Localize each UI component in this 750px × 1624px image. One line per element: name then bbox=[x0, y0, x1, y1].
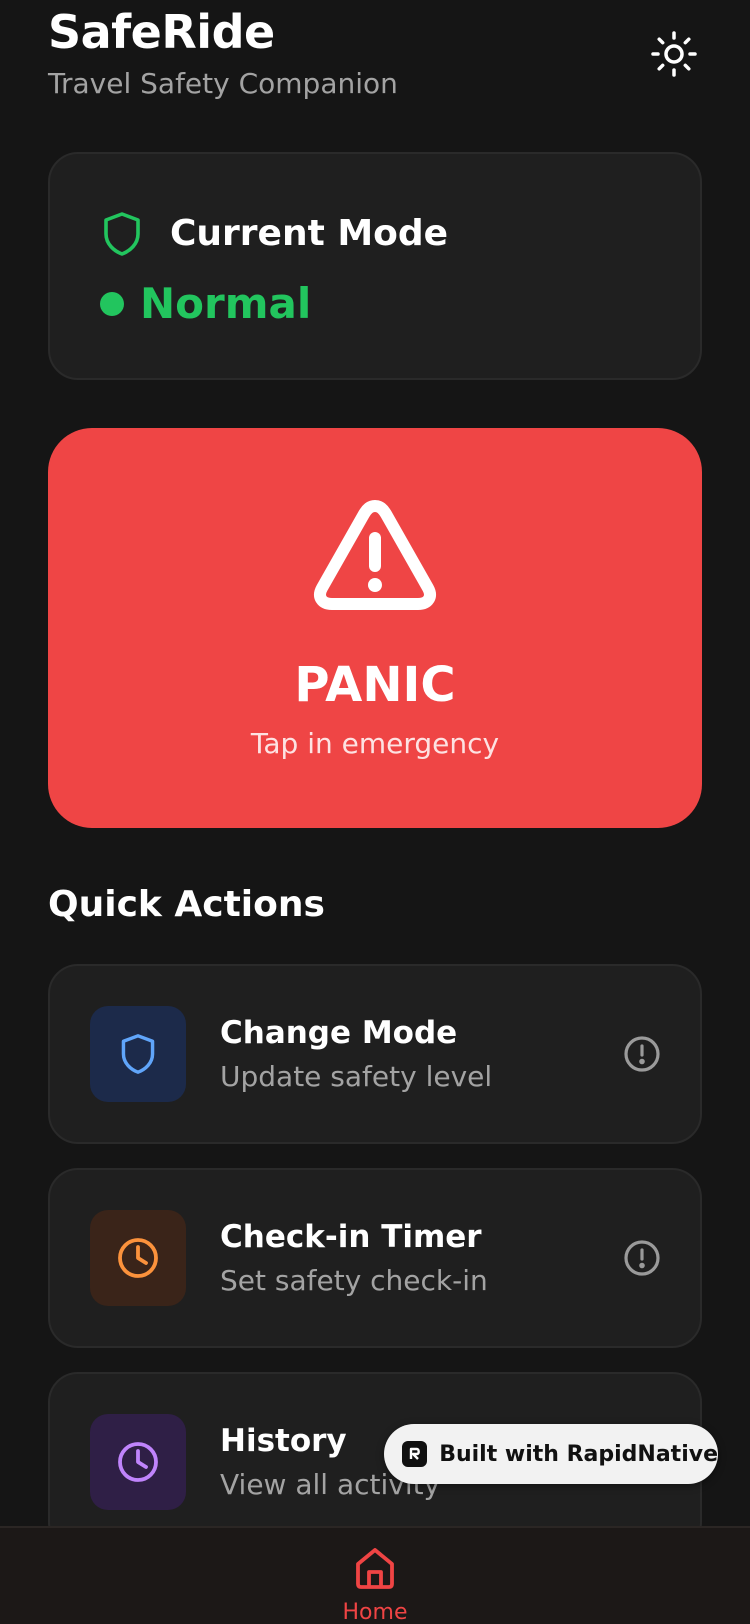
clock-icon bbox=[118, 1442, 158, 1482]
action-icon-tile bbox=[90, 1006, 186, 1102]
rapidnative-logo-icon bbox=[402, 1441, 428, 1467]
shield-icon bbox=[121, 1034, 155, 1074]
built-with-badge[interactable]: Built with RapidNative bbox=[384, 1424, 718, 1484]
info-icon[interactable] bbox=[622, 1238, 662, 1278]
shield-icon bbox=[104, 212, 140, 256]
panic-title: PANIC bbox=[294, 657, 456, 713]
action-icon-tile bbox=[90, 1210, 186, 1306]
action-subtitle: Update safety level bbox=[220, 1060, 493, 1093]
current-mode-card: Current Mode Normal bbox=[48, 152, 702, 380]
action-title: History bbox=[220, 1423, 347, 1459]
change-mode-action[interactable]: Change Mode Update safety level bbox=[48, 964, 702, 1144]
bottom-tab-bar: Home bbox=[0, 1526, 750, 1624]
check-in-timer-action[interactable]: Check-in Timer Set safety check-in bbox=[48, 1168, 702, 1348]
warning-triangle-icon bbox=[314, 500, 436, 610]
panic-button[interactable]: PANIC Tap in emergency bbox=[48, 428, 702, 828]
sun-icon bbox=[651, 31, 697, 77]
action-subtitle: Set safety check-in bbox=[220, 1264, 488, 1297]
badge-text: Built with RapidNative bbox=[439, 1441, 718, 1467]
app-header: SafeRide Travel Safety Companion bbox=[48, 0, 702, 110]
info-icon[interactable] bbox=[622, 1034, 662, 1074]
clock-icon bbox=[118, 1238, 158, 1278]
quick-actions-title: Quick Actions bbox=[48, 884, 325, 925]
home-icon bbox=[356, 1548, 394, 1589]
app-subtitle: Travel Safety Companion bbox=[48, 67, 398, 100]
panic-subtitle: Tap in emergency bbox=[250, 727, 500, 760]
theme-toggle-button[interactable] bbox=[646, 26, 702, 82]
action-title: Change Mode bbox=[220, 1015, 458, 1051]
current-mode-value: Normal bbox=[140, 279, 312, 328]
status-dot bbox=[100, 292, 124, 316]
action-title: Check-in Timer bbox=[220, 1219, 482, 1255]
action-icon-tile bbox=[90, 1414, 186, 1510]
current-mode-title: Current Mode bbox=[170, 213, 449, 254]
tab-home[interactable]: Home bbox=[325, 1528, 425, 1624]
app-title: SafeRide bbox=[48, 5, 275, 59]
tab-home-label: Home bbox=[342, 1600, 408, 1624]
